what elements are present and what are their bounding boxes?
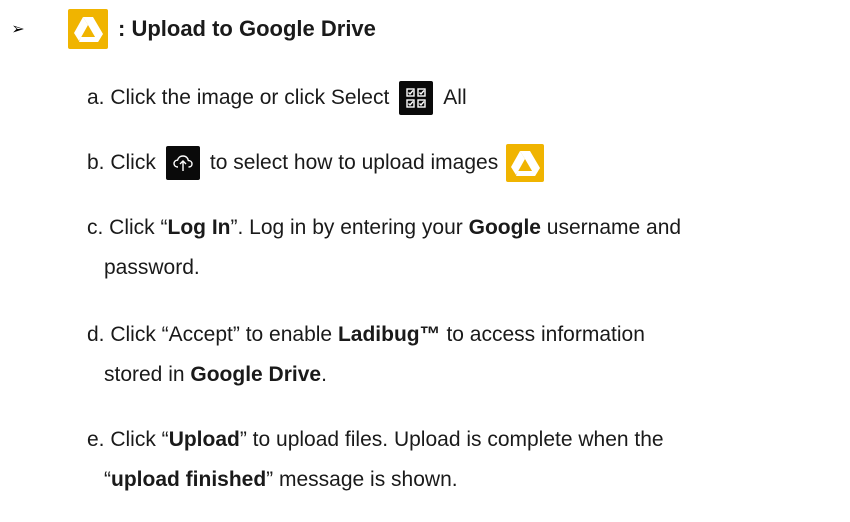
step-a: a. Click the image or click Select All xyxy=(87,78,467,118)
google-label: Google xyxy=(468,216,541,239)
google-drive-icon xyxy=(68,9,108,49)
step-e: e. Click “Upload” to upload files. Uploa… xyxy=(87,420,664,500)
cloud-upload-icon xyxy=(165,146,200,180)
step-e-line2: “upload finished” message is shown. xyxy=(104,468,458,491)
google-drive-icon xyxy=(506,144,545,182)
step-d-line1: d. Click “Accept” to enable Ladibug™ to … xyxy=(87,323,645,346)
step-b: b. Click to select how to upload images xyxy=(87,143,545,183)
step-c-line1: c. Click “Log In”. Log in by entering yo… xyxy=(87,216,682,239)
step-d-line2: stored in Google Drive. xyxy=(104,363,327,386)
select-all-icon xyxy=(399,81,434,115)
log-in-label: Log In xyxy=(167,216,231,239)
section-heading: ➢ : Upload to Google Drive xyxy=(8,8,376,50)
upload-label: Upload xyxy=(168,428,240,451)
upload-finished-label: upload finished xyxy=(111,468,267,491)
step-a-suffix: All xyxy=(443,86,467,109)
heading-title: : Upload to Google Drive xyxy=(118,16,376,41)
step-b-text: b. Click xyxy=(87,151,156,174)
step-c: c. Click “Log In”. Log in by entering yo… xyxy=(87,208,681,288)
step-a-text: a. Click the image or click Select xyxy=(87,86,390,109)
ladibug-label: Ladibug™ xyxy=(337,323,441,346)
step-c-line2: password. xyxy=(104,256,200,279)
step-e-line1: e. Click “Upload” to upload files. Uploa… xyxy=(87,428,664,451)
step-d: d. Click “Accept” to enable Ladibug™ to … xyxy=(87,315,645,395)
arrow-bullet: ➢ xyxy=(11,21,25,38)
step-b-middle: to select how to upload images xyxy=(209,151,499,174)
google-drive-label: Google Drive xyxy=(190,363,322,386)
